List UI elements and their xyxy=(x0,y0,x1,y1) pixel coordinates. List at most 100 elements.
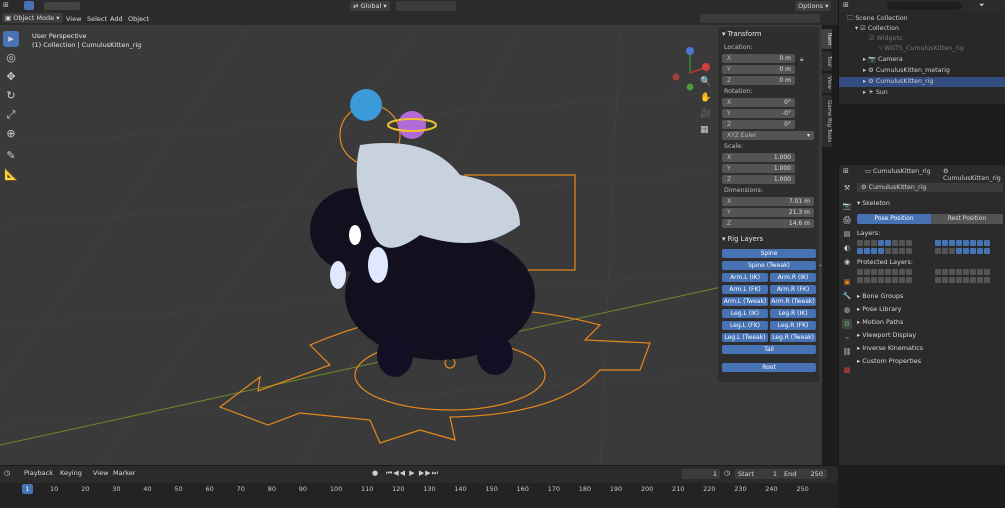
location-x-field[interactable]: X 0 m xyxy=(722,54,795,63)
protected-layers-grid-left[interactable] xyxy=(857,269,927,285)
tab-tool[interactable]: Tool xyxy=(822,51,832,71)
rig-layer-arm-l-tweak[interactable]: Arm.L (Tweak) xyxy=(722,297,768,306)
rig-layer-arm-l-fk[interactable]: Arm.L (FK) xyxy=(722,285,768,294)
editor-type-icon[interactable]: ⊞ xyxy=(3,1,9,9)
layers-grid-right[interactable] xyxy=(935,240,1005,256)
shading-controls[interactable] xyxy=(700,14,820,23)
rig-layer-tail[interactable]: Tail xyxy=(722,345,816,354)
outliner-row-sun[interactable]: ▸ ☀ Sun xyxy=(839,88,1005,98)
rig-layer-arm-r-fk[interactable]: Arm.R (FK) xyxy=(770,285,816,294)
record-icon[interactable]: ● xyxy=(372,469,378,477)
outliner-row-wgts[interactable]: ▿ WGTS_CumulusKitten_rig xyxy=(839,44,1005,54)
transform-orientation[interactable]: ⇄ Global ▾ xyxy=(350,1,390,11)
dimensions-y-field[interactable]: Y 21.3 m xyxy=(722,208,814,217)
texture-tab-icon[interactable]: ▩ xyxy=(842,365,852,375)
menu-object[interactable]: Object xyxy=(128,15,149,23)
options-menu[interactable]: Options ▾ xyxy=(795,1,832,11)
section-pose-library[interactable]: ▸ Pose Library xyxy=(857,305,901,313)
playhead[interactable]: 1 xyxy=(22,484,33,494)
rig-layer-root[interactable]: Root xyxy=(722,363,816,372)
pose-position-button[interactable]: Pose Position xyxy=(857,214,931,224)
snap-proportional-tools[interactable] xyxy=(396,1,456,11)
rig-layer-leg-l-tweak[interactable]: Leg.L (Tweak) xyxy=(722,333,768,342)
rig-layer-arm-r-ik[interactable]: Arm.R (IK) xyxy=(770,273,816,282)
rotation-x-field[interactable]: X 0° xyxy=(722,98,795,107)
select-mode-icon[interactable] xyxy=(24,1,34,10)
rig-layer-arm-l-ik[interactable]: Arm.L (IK) xyxy=(722,273,768,282)
menu-select[interactable]: Select xyxy=(87,15,107,23)
constraint-tab-icon[interactable]: ⛓ xyxy=(842,347,852,357)
lock-icon[interactable]: 🔒︎ xyxy=(800,55,803,64)
outliner-row-metarig[interactable]: ▸ ⚙ CumulusKitten_metarig xyxy=(839,66,1005,76)
section-viewport-display[interactable]: ▸ Viewport Display xyxy=(857,331,916,339)
location-y-field[interactable]: Y 0 m xyxy=(722,65,795,74)
rotation-y-field[interactable]: Y -0° xyxy=(722,109,795,118)
move-tool-icon[interactable]: ✥ xyxy=(3,69,19,85)
cursor-tool-icon[interactable]: ◎ xyxy=(3,50,19,66)
view-layer-tab-icon[interactable]: ▤ xyxy=(842,229,852,239)
menu-view[interactable]: View xyxy=(66,15,81,23)
editor-type-icon[interactable]: ◷ xyxy=(4,469,10,477)
modifier-tab-icon[interactable]: 🔧 xyxy=(842,291,852,301)
scale-z-field[interactable]: Z 1.000 xyxy=(722,175,795,184)
scene-tab-icon[interactable]: ◐ xyxy=(842,243,852,253)
annotate-tool-icon[interactable]: ✎ xyxy=(3,148,19,164)
rig-layer-spine-tweak[interactable]: Spine (Tweak) xyxy=(722,261,816,270)
menu-playback[interactable]: Playback xyxy=(24,469,53,477)
rig-layer-leg-l-fk[interactable]: Leg.L (FK) xyxy=(722,321,768,330)
editor-type-icon[interactable]: ⊞ xyxy=(843,1,849,9)
rig-layer-leg-l-ik[interactable]: Leg.L (IK) xyxy=(722,309,768,318)
menu-keying[interactable]: Keying xyxy=(60,469,82,477)
end-frame-field[interactable]: End 250 xyxy=(781,469,827,479)
camera-view-icon[interactable]: 🎥 xyxy=(700,109,711,119)
dimensions-z-field[interactable]: Z 14.6 m xyxy=(722,219,814,228)
3d-viewport[interactable]: User Perspective (1) Collection | Cumulu… xyxy=(0,25,822,465)
rotation-z-field[interactable]: Z 0° xyxy=(722,120,795,129)
tab-game-rig-tools[interactable]: Game Rig Tools xyxy=(822,95,832,147)
output-tab-icon[interactable]: 🖨 xyxy=(842,215,852,225)
rig-layer-leg-r-fk[interactable]: Leg.R (FK) xyxy=(770,321,816,330)
rig-layers-header[interactable]: ▾ Rig Layers xyxy=(722,235,763,243)
armature-data-tab-icon[interactable]: ⚙ xyxy=(842,319,852,329)
section-motion-paths[interactable]: ▸ Motion Paths xyxy=(857,318,903,326)
outliner-row-widgets[interactable]: ☑ Widgets xyxy=(839,34,1005,44)
selection-modes[interactable] xyxy=(44,2,80,10)
location-z-field[interactable]: Z 0 m xyxy=(722,76,795,85)
editor-type-icon[interactable]: ⊞ xyxy=(843,167,849,175)
transform-tool-icon[interactable]: ⊕ xyxy=(3,126,19,142)
select-box-tool-icon[interactable]: ▸ xyxy=(3,31,19,47)
mode-select[interactable]: ▣ Object Mode ▾ xyxy=(2,13,63,23)
world-tab-icon[interactable]: ◉ xyxy=(842,257,852,267)
scale-y-field[interactable]: Y 1.000 xyxy=(722,164,795,173)
pan-hand-icon[interactable]: ✋ xyxy=(700,93,711,103)
outliner-search-input[interactable] xyxy=(887,2,962,10)
current-frame-field[interactable]: 1 xyxy=(682,469,720,479)
armature-name-field[interactable]: ⚙ CumulusKitten_rig xyxy=(857,183,1003,192)
skeleton-header[interactable]: ▾ Skeleton xyxy=(857,199,890,207)
protected-layers-grid-right[interactable] xyxy=(935,269,1005,285)
outliner-row-rig[interactable]: ▸ ⚙ CumulusKitten_rig xyxy=(839,77,1005,87)
menu-view[interactable]: View xyxy=(93,469,108,477)
dimensions-x-field[interactable]: X 7.01 m xyxy=(722,197,814,206)
scale-tool-icon[interactable]: ⤢ xyxy=(3,107,19,123)
rest-position-button[interactable]: Rest Position xyxy=(931,214,1003,224)
scale-x-field[interactable]: X 1.000 xyxy=(722,153,795,162)
section-custom-properties[interactable]: ▸ Custom Properties xyxy=(857,357,921,365)
tab-view[interactable]: View xyxy=(822,73,832,93)
playback-controls[interactable]: ⏮◀◀ ▶ ▶▶⏭ xyxy=(386,469,439,478)
outliner-row-collection[interactable]: ▾ ☑ Collection xyxy=(839,24,1005,34)
menu-marker[interactable]: Marker xyxy=(113,469,135,477)
rig-layer-leg-r-tweak[interactable]: Leg.R (Tweak) xyxy=(770,333,816,342)
transform-header[interactable]: ▾ Transform xyxy=(722,30,761,38)
tool-tab-icon[interactable]: ⚒ xyxy=(842,183,852,193)
start-frame-field[interactable]: Start 1 xyxy=(735,469,781,479)
object-tab-icon[interactable]: ▣ xyxy=(842,277,852,287)
layers-grid-left[interactable] xyxy=(857,240,927,256)
rig-layer-arm-r-tweak[interactable]: Arm.R (Tweak) xyxy=(770,297,816,306)
section-inverse-kinematics[interactable]: ▸ Inverse Kinematics xyxy=(857,344,923,352)
measure-tool-icon[interactable]: 📐 xyxy=(3,167,19,183)
filter-icon[interactable]: ⏷ xyxy=(979,1,985,10)
rotation-mode-select[interactable]: XYZ Euler ▾ xyxy=(722,131,814,140)
frame-ruler[interactable]: 10 20 30 40 50 60 70 80 90 100 110 120 130 140 150 160 1… xyxy=(0,483,838,508)
bone-tab-icon[interactable]: ⌁ xyxy=(842,333,852,343)
